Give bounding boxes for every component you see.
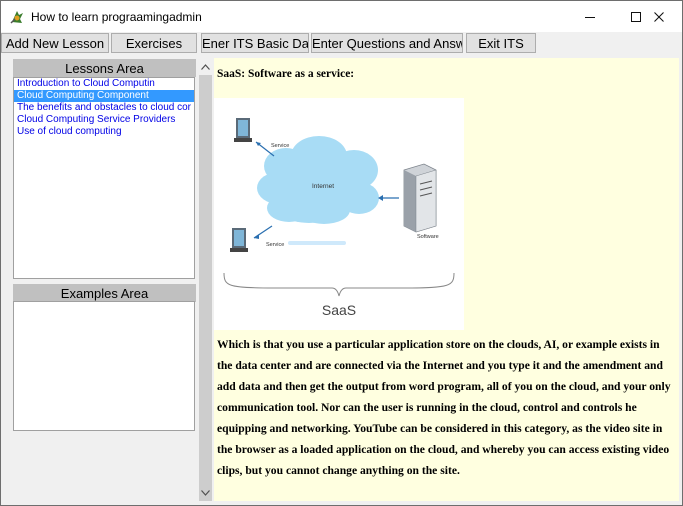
section-title: SaaS: Software as a service: [217,68,355,80]
software-label: Software [417,234,439,240]
lesson-list-item[interactable]: Use of cloud computing [14,126,194,138]
lessons-area-title: Lessons Area [65,60,144,76]
saas-diagram: Internet Service Service Software SaaS [214,98,464,330]
exercises-label: Exercises [125,35,183,51]
scroll-down-button[interactable] [197,484,214,501]
lesson-list-item[interactable]: The benefits and obstacles to cloud cor [14,102,194,114]
lesson-body-text: Which is that you use a particular appli… [217,338,671,477]
enter-questions-button[interactable]: Enter Questions and Answers [311,33,463,53]
minimize-button[interactable] [567,1,613,32]
examples-area-title: Examples Area [60,285,149,301]
lesson-list-item[interactable]: Cloud Computing Component [14,90,194,102]
exit-its-label: Exit ITS [478,35,524,51]
scroll-thumb[interactable] [199,75,212,501]
toolbar: Add New Lesson Exercises Ener ITS Basic … [1,32,682,54]
left-panel-empty-area [13,431,196,501]
close-button[interactable] [636,1,682,32]
scroll-up-icon [201,63,210,70]
window-title: How to learn prograamingadmin [31,10,202,24]
server-icon [403,163,437,233]
exit-its-button[interactable]: Exit ITS [466,33,536,53]
minimize-icon [585,16,595,18]
close-icon [654,11,664,22]
lesson-content: SaaS: Software as a service: Internet Se… [214,58,679,501]
content-scrollbar[interactable] [197,58,214,501]
lessons-list[interactable]: Introduction to Cloud Computin Cloud Comp… [13,77,195,279]
enter-basic-data-label: Ener ITS Basic Data [202,35,309,51]
service-top-label: Service [271,143,289,149]
enter-questions-label: Enter Questions and Answers [312,35,462,51]
scroll-down-icon [201,489,210,496]
service-bottom-label: Service [266,242,284,248]
add-new-lesson-button[interactable]: Add New Lesson [1,33,109,53]
add-new-lesson-label: Add New Lesson [5,35,105,51]
lesson-list-item[interactable]: Introduction to Cloud Computin [14,78,194,90]
examples-list[interactable] [13,301,195,431]
blurred-label [288,241,346,245]
exercises-button[interactable]: Exercises [111,33,197,53]
top-monitor-icon [234,118,252,142]
lesson-list-item[interactable]: Cloud Computing Service Providers [14,114,194,126]
bottom-monitor-icon [230,228,248,252]
examples-area-header: Examples Area [13,284,196,302]
title-bar: How to learn prograamingadmin [1,1,682,32]
app-icon [10,11,23,24]
enter-basic-data-button[interactable]: Ener ITS Basic Data [201,33,309,53]
internet-label: Internet [312,183,334,190]
scroll-up-button[interactable] [197,58,214,75]
saas-caption: SaaS [322,302,356,318]
lessons-area-header: Lessons Area [13,59,196,77]
main-window: How to learn prograamingadmin Add New Le… [0,0,683,506]
